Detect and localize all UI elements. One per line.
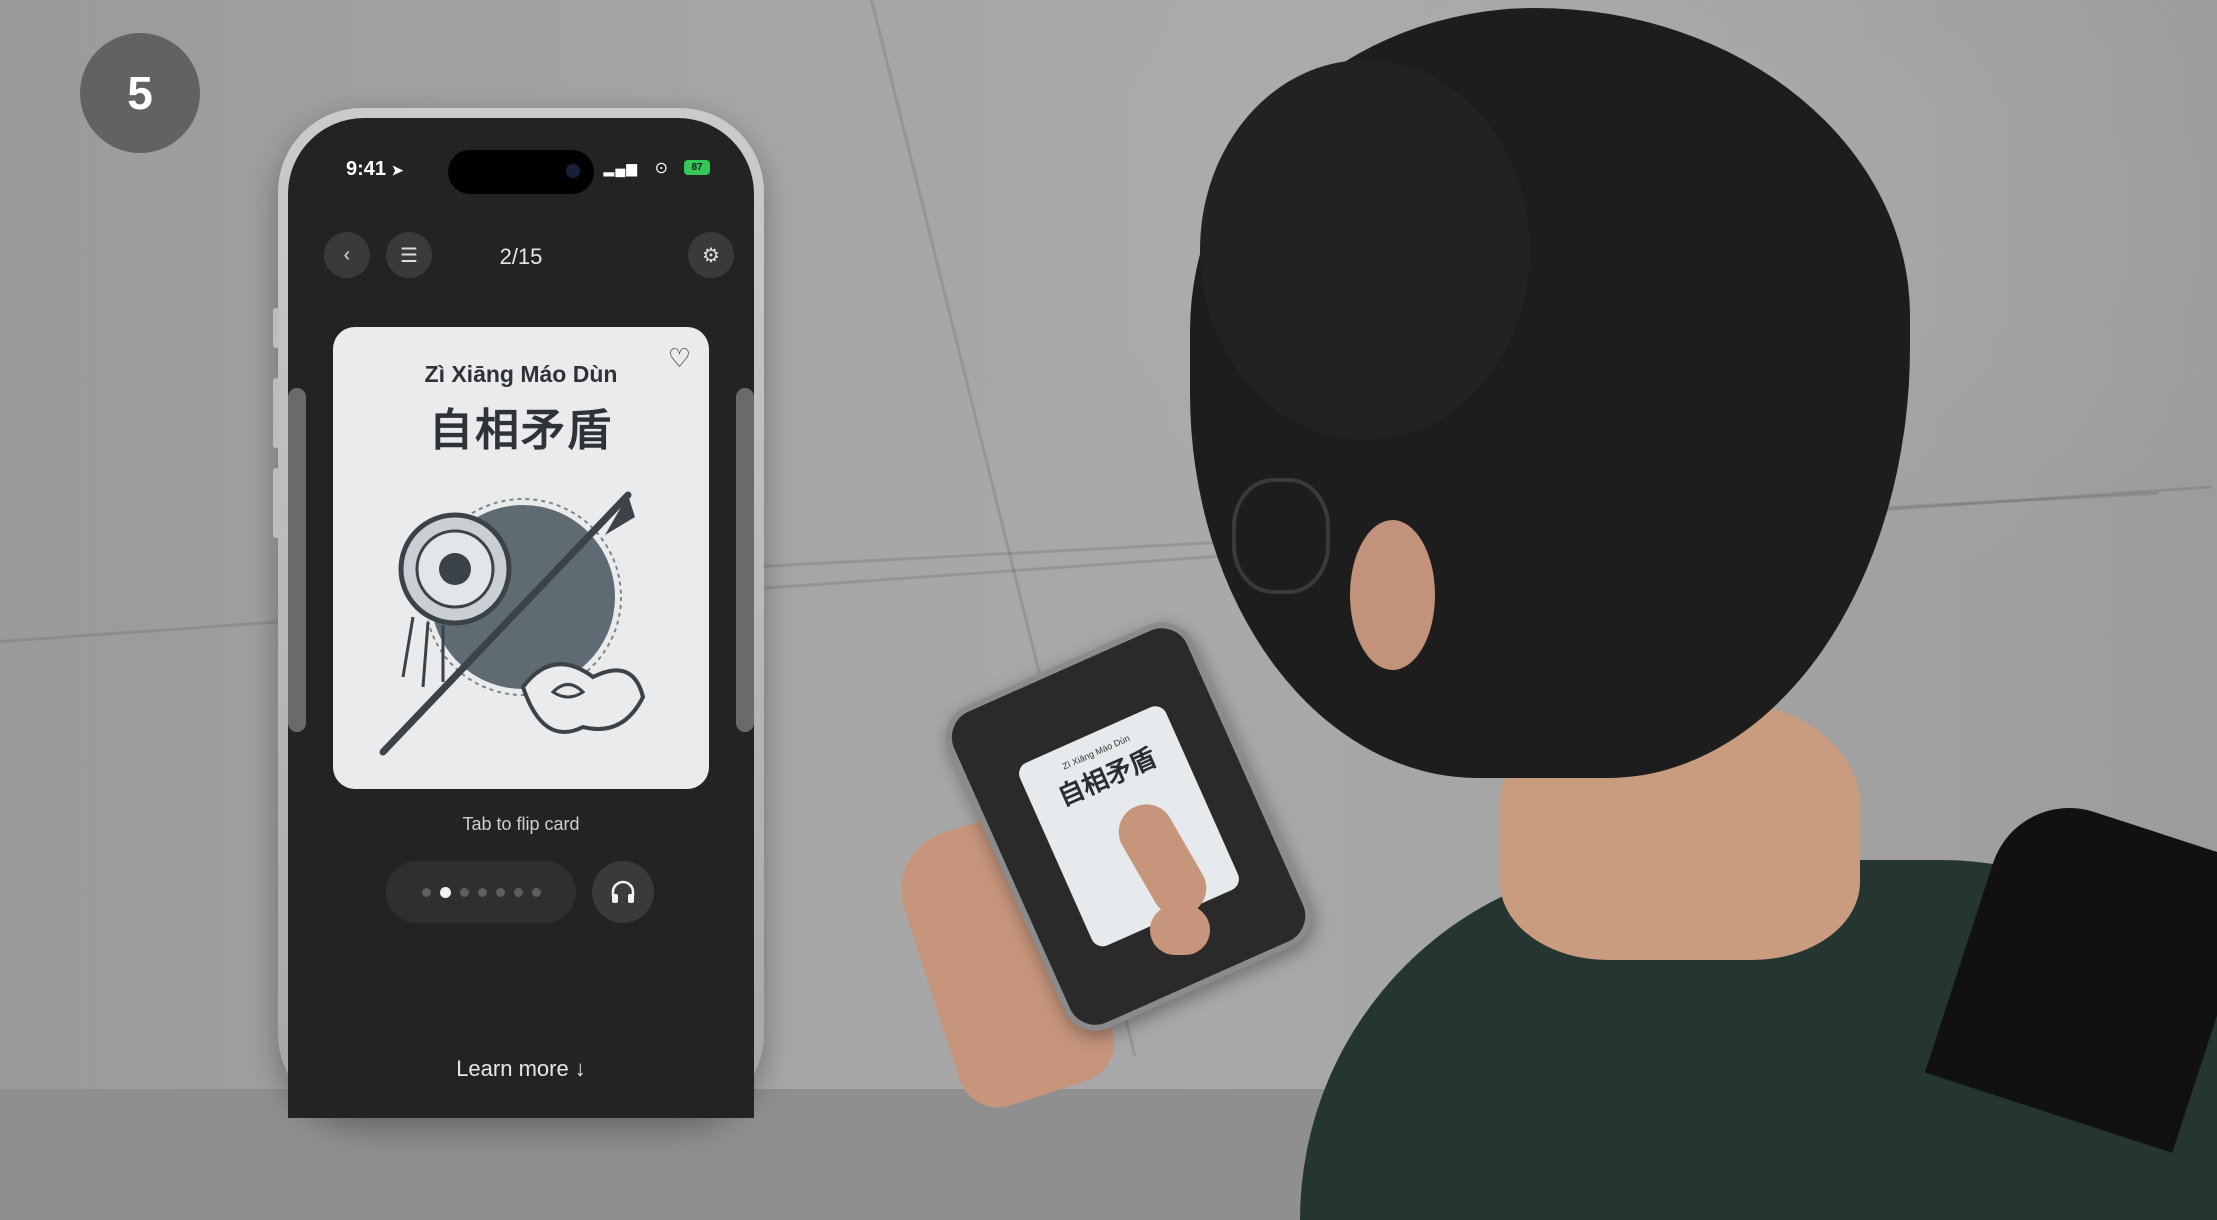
status-bar: 9:41 ➤ ▂▄▆ ⊙ 87 [288,150,754,194]
previous-card-peek[interactable] [288,388,306,732]
status-time: 9:41 ➤ [346,158,403,181]
illustration-shield-boss [439,553,471,585]
location-arrow-icon: ➤ [391,162,404,178]
illustration-tassel [401,616,415,678]
dynamic-island [448,150,594,194]
step-number-badge: 5 [80,33,200,153]
card-counter: 2/15 [499,244,543,269]
settings-button[interactable]: ⚙ [688,232,734,278]
illustration-tassel [421,621,430,688]
phone-screen: 9:41 ➤ ▂▄▆ ⊙ 87 ‹ ☰ 2/15 ⚙ ♡ Zì Xiāng Má… [288,118,754,1118]
phone-volume-down-button [273,468,279,538]
pager-dot[interactable] [531,887,541,897]
link-icon: ⊙ [654,160,668,177]
card-pager[interactable] [386,861,576,923]
phone-mockup: 9:41 ➤ ▂▄▆ ⊙ 87 ‹ ☰ 2/15 ⚙ ♡ Zì Xiāng Má… [273,108,764,1118]
pager-dot[interactable] [495,887,505,897]
phone-action-button [273,308,279,348]
phone-volume-up-button [273,378,279,448]
flashcard[interactable]: ♡ Zì Xiāng Máo Dùn 自相矛盾 [333,327,709,789]
person-finger [1150,905,1210,955]
pager-dot[interactable] [421,887,431,897]
card-characters: 自相矛盾 [429,406,613,455]
pager-dot[interactable] [477,887,487,897]
person-hair [1200,60,1530,440]
illustration-cloud [520,662,646,734]
card-pinyin: Zì Xiāng Máo Dùn [424,361,618,387]
battery-icon: 87 [684,160,710,175]
heart-icon[interactable]: ♡ [668,343,691,374]
spear-and-shield-illustration [379,491,646,756]
status-time-text: 9:41 [346,158,387,180]
person-glasses [1232,478,1330,594]
pager-dot[interactable] [513,887,523,897]
next-card-peek[interactable] [736,388,754,732]
headphones-icon [611,880,635,903]
signal-icon: ▂▄▆ [603,160,638,176]
audio-button[interactable] [592,861,654,923]
flip-hint: Tab to flip card [462,814,580,834]
learn-more-link[interactable]: Learn more ↓ [288,1056,754,1082]
gear-icon: ⚙ [702,244,720,267]
pager-dot[interactable] [439,886,451,898]
person-ear [1350,520,1435,670]
camera-icon [566,164,580,178]
pager-dot[interactable] [459,887,469,897]
